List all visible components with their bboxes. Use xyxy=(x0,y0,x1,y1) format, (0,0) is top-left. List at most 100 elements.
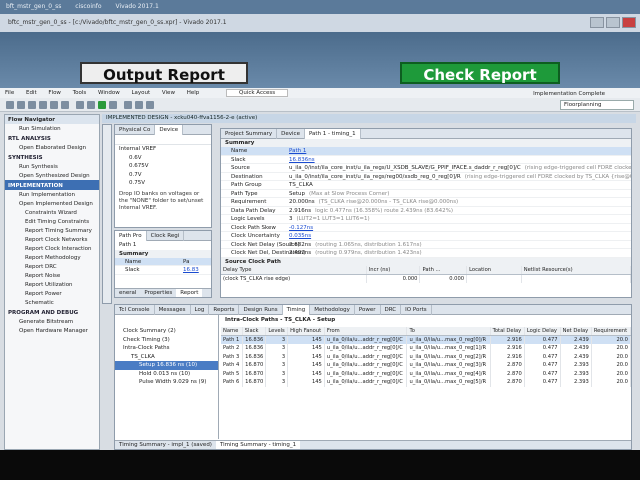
timing-column-header[interactable]: Requirement xyxy=(591,327,631,336)
flow-nav-item[interactable]: Report Utilization xyxy=(5,280,99,289)
timing-column-header[interactable]: Levels xyxy=(265,327,289,336)
tab-timing-summary-impl[interactable]: Timing Summary - impl_1 (saved) xyxy=(115,441,216,449)
flow-nav-item[interactable]: Open Implemented Design xyxy=(5,199,99,208)
flow-nav-item[interactable]: Report Methodology xyxy=(5,253,99,262)
menu-file[interactable]: File xyxy=(0,88,19,98)
tab-general[interactable]: eneral xyxy=(115,289,140,297)
vref-option[interactable]: 0.7V xyxy=(115,171,211,180)
flow-nav-item[interactable]: Edit Timing Constraints xyxy=(5,217,99,226)
redo-icon[interactable] xyxy=(39,101,47,109)
flow-nav-section[interactable]: PROGRAM AND DEBUG xyxy=(5,307,99,317)
menu-edit[interactable]: Edit xyxy=(21,88,42,98)
flow-nav-item[interactable]: Report Power xyxy=(5,289,99,298)
vref-section[interactable]: Internal VREF xyxy=(115,145,211,154)
bottom-tab[interactable]: Power xyxy=(355,305,381,315)
bottom-tab[interactable]: DRC xyxy=(381,305,402,315)
undo-icon[interactable] xyxy=(28,101,36,109)
report-row[interactable]: Clock Path Skew -0.127ns xyxy=(221,224,631,232)
flow-nav-item[interactable]: Constraints Wizard xyxy=(5,208,99,217)
bottom-tab[interactable]: Tcl Console xyxy=(115,305,155,315)
tab-physical[interactable]: Physical Co xyxy=(115,125,156,135)
menu-help[interactable]: Help xyxy=(182,88,205,98)
bottom-tab[interactable]: Reports xyxy=(209,305,240,315)
timing-tree-item[interactable]: TS_CLKA xyxy=(115,353,218,362)
cross-icon[interactable] xyxy=(146,101,154,109)
timing-column-header[interactable]: Slack xyxy=(242,327,267,336)
bottom-tab[interactable]: Methodology xyxy=(310,305,355,315)
report-row[interactable]: Data Path Delay 2.916ns logic 0.477ns (16.… xyxy=(221,207,631,215)
play-icon[interactable] xyxy=(98,101,106,109)
timing-column-header[interactable]: Name xyxy=(221,327,243,336)
step-icon[interactable] xyxy=(87,101,95,109)
layout-select[interactable]: Floorplanning xyxy=(560,100,634,110)
report-row-value[interactable]: 16.836ns xyxy=(289,156,315,164)
program-icon[interactable] xyxy=(109,101,117,109)
timing-tree-item[interactable]: Setup 16.836 ns (10) xyxy=(115,361,218,370)
settings-icon[interactable] xyxy=(124,101,132,109)
menu-view[interactable]: View xyxy=(157,88,180,98)
report-row-value[interactable]: -0.127ns xyxy=(289,224,313,232)
report-row[interactable]: Logic Levels 3 (LUT2=1 LUT3=1 LUT6=1) xyxy=(221,215,631,224)
bottom-tab[interactable]: Messages xyxy=(155,305,191,315)
vref-option[interactable]: 0.6V xyxy=(115,154,211,163)
flow-nav-item[interactable]: Report DRC xyxy=(5,262,99,271)
vref-option[interactable]: 0.675V xyxy=(115,162,211,171)
tab-properties[interactable]: Properties xyxy=(140,289,176,297)
flow-nav-section[interactable]: SYNTHESIS xyxy=(5,152,99,162)
menu-tools[interactable]: Tools xyxy=(68,88,92,98)
timing-row[interactable]: Path 2 16.836 3 145 u_ila_0/ila/u...addr_r_r… xyxy=(221,344,631,353)
timing-row[interactable]: Path 1 16.836 3 145 u_ila_0/ila/u...addr_r_r… xyxy=(221,335,631,344)
flow-nav-item[interactable]: Generate Bitstream xyxy=(5,317,99,326)
timing-row[interactable]: Path 3 16.836 3 145 u_ila_0/ila/u...addr_r_r… xyxy=(221,352,631,361)
flow-nav-item[interactable]: Open Hardware Manager xyxy=(5,326,99,335)
bottom-tab[interactable]: IO Ports xyxy=(401,305,432,315)
tab-device[interactable]: Device xyxy=(277,129,305,139)
timing-tree-item[interactable]: Clock Summary (2) xyxy=(115,327,218,336)
path-props-row[interactable]: Name Pa xyxy=(115,257,211,266)
report-row-value[interactable]: 0.035ns xyxy=(289,232,311,240)
timing-column-header[interactable]: Net Delay xyxy=(560,327,592,336)
report-row[interactable]: Slack 16.836ns xyxy=(221,156,631,164)
tab-path-timing[interactable]: Path 1 - timing_1 xyxy=(304,129,361,139)
flow-nav-item[interactable]: Open Elaborated Design xyxy=(5,143,99,152)
copy-icon[interactable] xyxy=(50,101,58,109)
flow-nav-item[interactable]: Report Noise xyxy=(5,271,99,280)
scp-header[interactable]: Netlist Resource(s) xyxy=(521,265,631,275)
run-icon[interactable] xyxy=(76,101,84,109)
timing-row[interactable]: Path 5 16.870 3 145 u_ila_0/ila/u...addr_r_r… xyxy=(221,369,631,378)
report-row[interactable]: Clock Net Del, Destination)2.402ns (routi… xyxy=(221,249,631,258)
flow-nav-item[interactable]: Report Clock Interaction xyxy=(5,244,99,253)
report-row[interactable]: Name Path 1 xyxy=(221,147,631,156)
tab-report[interactable]: Report xyxy=(176,289,203,297)
save-icon[interactable] xyxy=(17,101,25,109)
scp-header[interactable]: Incr (ns) xyxy=(366,265,421,275)
timing-column-header[interactable]: Total Delay xyxy=(490,327,525,336)
tab-device-props[interactable]: Device xyxy=(155,125,184,135)
minimize-icon[interactable] xyxy=(590,17,604,28)
report-row[interactable]: Path Type Setup (Max at Slow Process Corne… xyxy=(221,190,631,198)
menu-flow[interactable]: Flow xyxy=(43,88,66,98)
tab-project-summary[interactable]: Project Summary xyxy=(221,129,278,139)
close-icon[interactable] xyxy=(622,17,636,28)
tab-path-props[interactable]: Path Pro xyxy=(115,231,147,241)
tab-timing-summary-timing[interactable]: Timing Summary - timing_1 xyxy=(215,441,301,449)
flow-nav-item[interactable]: Schematic xyxy=(5,298,99,307)
flow-nav-section[interactable]: IMPLEMENTATION xyxy=(5,180,99,190)
tab-clock-region[interactable]: Clock Regi xyxy=(147,231,185,241)
scp-header[interactable]: Delay Type xyxy=(221,265,367,275)
menu-window[interactable]: Window xyxy=(93,88,125,98)
browser-tab[interactable]: ciscoinfo xyxy=(69,0,107,13)
report-row[interactable]: Clock Uncertainty 0.035ns xyxy=(221,232,631,241)
flow-nav-item[interactable]: Run Synthesis xyxy=(5,162,99,171)
timing-column-header[interactable]: From xyxy=(324,327,408,336)
maximize-icon[interactable] xyxy=(606,17,620,28)
menu-layout[interactable]: Layout xyxy=(126,88,155,98)
timing-row[interactable]: Path 6 16.870 3 145 u_ila_0/ila/u...addr_r_r… xyxy=(221,378,631,387)
scp-header[interactable]: Path ... xyxy=(419,265,468,275)
flow-nav-section[interactable]: RTL ANALYSIS xyxy=(5,133,99,143)
report-row[interactable]: Destination u_ila_0/inst/ila_core_inst/u_… xyxy=(221,173,631,181)
report-row[interactable]: Clock Net Delay (Source)2.682ns (routing … xyxy=(221,241,631,249)
flow-nav-item[interactable]: Open Synthesized Design xyxy=(5,171,99,180)
report-row[interactable]: Path Group TS_CLKA xyxy=(221,181,631,190)
window-icon[interactable] xyxy=(135,101,143,109)
